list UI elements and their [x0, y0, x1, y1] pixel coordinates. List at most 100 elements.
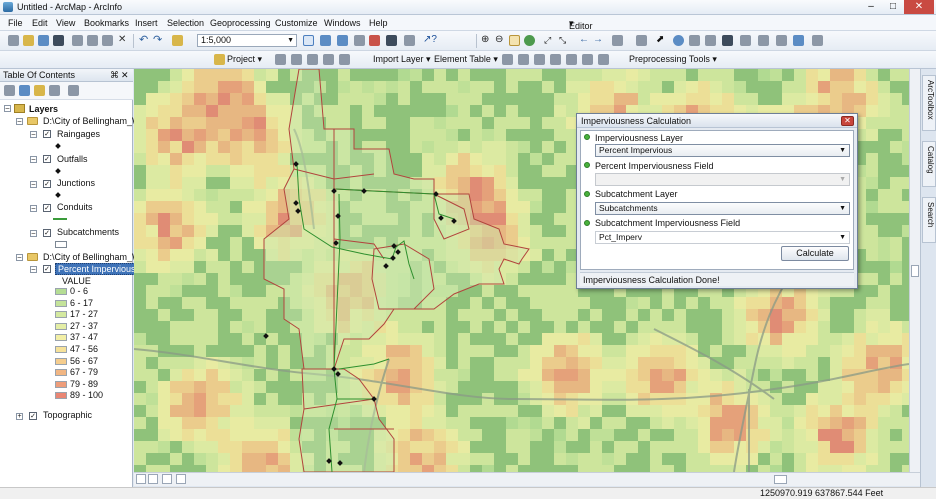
layout-view-toggle-icon[interactable]	[148, 474, 158, 484]
map-scale-input[interactable]: 1:5,000 ▼	[197, 34, 297, 47]
collapse-subcatchments-toggle[interactable]: –	[30, 230, 37, 237]
tool-g-icon[interactable]	[518, 54, 529, 65]
conduits-checkbox[interactable]: ✓	[43, 204, 51, 212]
zoom-in-icon[interactable]: ⊕	[481, 35, 492, 46]
map-vertical-scrollbar[interactable]	[909, 69, 920, 472]
collapse-outfalls-toggle[interactable]: –	[30, 156, 37, 163]
layout-view-icon[interactable]	[812, 35, 823, 46]
imperviousness-field-select[interactable]: ▼	[595, 173, 850, 186]
measure-icon[interactable]	[722, 35, 733, 46]
new-document-icon[interactable]	[8, 35, 19, 46]
tool-l-icon[interactable]	[598, 54, 609, 65]
tool-j-icon[interactable]	[566, 54, 577, 65]
outfalls-checkbox[interactable]: ✓	[43, 155, 51, 163]
find-route-icon[interactable]	[705, 35, 716, 46]
calculate-button[interactable]: Calculate	[781, 246, 849, 261]
close-window-icon[interactable]: ✕	[904, 0, 934, 14]
fixed-zoom-out-icon[interactable]: ⤡	[559, 35, 570, 46]
menu-view[interactable]: View	[56, 18, 75, 28]
subcatchment-field-select[interactable]: Pct_Imperv ▼	[595, 231, 850, 244]
vertical-scroll-thumb[interactable]	[911, 265, 919, 277]
pan-icon[interactable]	[509, 35, 520, 46]
expand-topographic-toggle[interactable]: +	[16, 413, 23, 420]
layer-percent-impervious[interactable]: Percent Impervious	[55, 263, 139, 275]
junctions-checkbox[interactable]: ✓	[43, 180, 51, 188]
menu-bookmarks[interactable]: Bookmarks	[84, 18, 129, 28]
tool-i-icon[interactable]	[550, 54, 561, 65]
paste-icon[interactable]	[102, 35, 113, 46]
menu-selection[interactable]: Selection	[167, 18, 204, 28]
layer-subcatchments[interactable]: Subcatchments	[57, 227, 119, 237]
topographic-checkbox[interactable]: ✓	[29, 412, 37, 420]
create-viewer-icon[interactable]	[793, 35, 804, 46]
zoom-out-icon[interactable]: ⊖	[495, 35, 506, 46]
editor-toolbar-icon[interactable]	[303, 35, 314, 46]
import-layer-menu[interactable]: Import Layer ▾	[373, 54, 431, 65]
full-extent-icon[interactable]	[524, 35, 535, 46]
catalog-icon[interactable]	[337, 35, 348, 46]
toolbox-icon[interactable]	[369, 35, 380, 46]
group2-path[interactable]: D:\City of Bellingham_W	[43, 252, 141, 262]
layer-outfalls[interactable]: Outfalls	[57, 154, 88, 164]
refresh-icon[interactable]	[162, 474, 172, 484]
identify-icon[interactable]	[673, 35, 684, 46]
clear-selection-icon[interactable]	[636, 35, 647, 46]
tab-catalog[interactable]: Catalog	[922, 141, 936, 187]
add-data-icon[interactable]	[172, 35, 183, 46]
menu-customize[interactable]: Customize	[275, 18, 318, 28]
undo-icon[interactable]: ↶	[139, 35, 150, 46]
group1-path[interactable]: D:\City of Bellingham_W	[43, 116, 141, 126]
collapse-group1-toggle[interactable]: –	[16, 118, 23, 125]
tool-e-icon[interactable]	[339, 54, 350, 65]
tool-d-icon[interactable]	[323, 54, 334, 65]
imperviousness-layer-select[interactable]: Percent Impervious ▼	[595, 144, 850, 157]
tool-a-icon[interactable]	[275, 54, 286, 65]
project-menu[interactable]: Project ▾	[227, 54, 262, 65]
collapse-raster-toggle[interactable]: –	[30, 266, 37, 273]
tab-search[interactable]: Search	[922, 197, 936, 243]
menu-help[interactable]: Help	[369, 18, 388, 28]
menu-file[interactable]: File	[8, 18, 23, 28]
python-icon[interactable]	[386, 35, 397, 46]
layer-junctions[interactable]: Junctions	[57, 178, 95, 188]
print-icon[interactable]	[53, 35, 64, 46]
list-by-drawing-order-icon[interactable]	[4, 85, 15, 96]
collapse-layers-toggle[interactable]: –	[4, 105, 11, 112]
close-icon[interactable]: ✕	[121, 70, 129, 81]
modelbuilder-icon[interactable]	[404, 35, 415, 46]
menu-insert[interactable]: Insert	[135, 18, 158, 28]
time-slider-icon[interactable]	[776, 35, 787, 46]
collapse-junctions-toggle[interactable]: –	[30, 181, 37, 188]
whats-this-icon[interactable]: ↗?	[423, 35, 437, 46]
cut-icon[interactable]	[72, 35, 83, 46]
layer-raingages[interactable]: Raingages	[57, 129, 100, 139]
menu-geoprocessing[interactable]: Geoprocessing	[210, 18, 271, 28]
tool-k-icon[interactable]	[582, 54, 593, 65]
tool-c-icon[interactable]	[307, 54, 318, 65]
raingages-checkbox[interactable]: ✓	[43, 130, 51, 138]
collapse-raingages-toggle[interactable]: –	[30, 131, 37, 138]
list-by-source-icon[interactable]	[19, 85, 30, 96]
find-icon[interactable]	[689, 35, 700, 46]
forward-extent-icon[interactable]: →	[593, 35, 604, 46]
tab-arctoolbox[interactable]: ArcToolbox	[922, 75, 936, 131]
list-by-selection-icon[interactable]	[49, 85, 60, 96]
collapse-conduits-toggle[interactable]: –	[30, 205, 37, 212]
horizontal-scroll-thumb[interactable]	[774, 475, 787, 484]
save-icon[interactable]	[38, 35, 49, 46]
pin-icon[interactable]: ⌘	[110, 70, 119, 81]
collapse-group2-toggle[interactable]: –	[16, 254, 23, 261]
options-icon[interactable]	[68, 85, 79, 96]
layer-conduits[interactable]: Conduits	[57, 202, 93, 212]
tool-h-icon[interactable]	[534, 54, 545, 65]
minimize-icon[interactable]: –	[860, 0, 882, 14]
data-view-icon[interactable]	[136, 474, 146, 484]
menu-edit[interactable]: Edit	[32, 18, 48, 28]
map-horizontal-scrollbar[interactable]	[134, 472, 920, 486]
subcatchment-layer-select[interactable]: Subcatchments ▼	[595, 202, 850, 215]
delete-icon[interactable]: ✕	[118, 35, 129, 46]
element-table-menu[interactable]: Element Table ▾	[434, 54, 498, 65]
back-extent-icon[interactable]: ←	[579, 35, 590, 46]
percent-impervious-checkbox[interactable]: ✓	[43, 265, 51, 273]
fixed-zoom-in-icon[interactable]: ⤢	[544, 35, 555, 46]
